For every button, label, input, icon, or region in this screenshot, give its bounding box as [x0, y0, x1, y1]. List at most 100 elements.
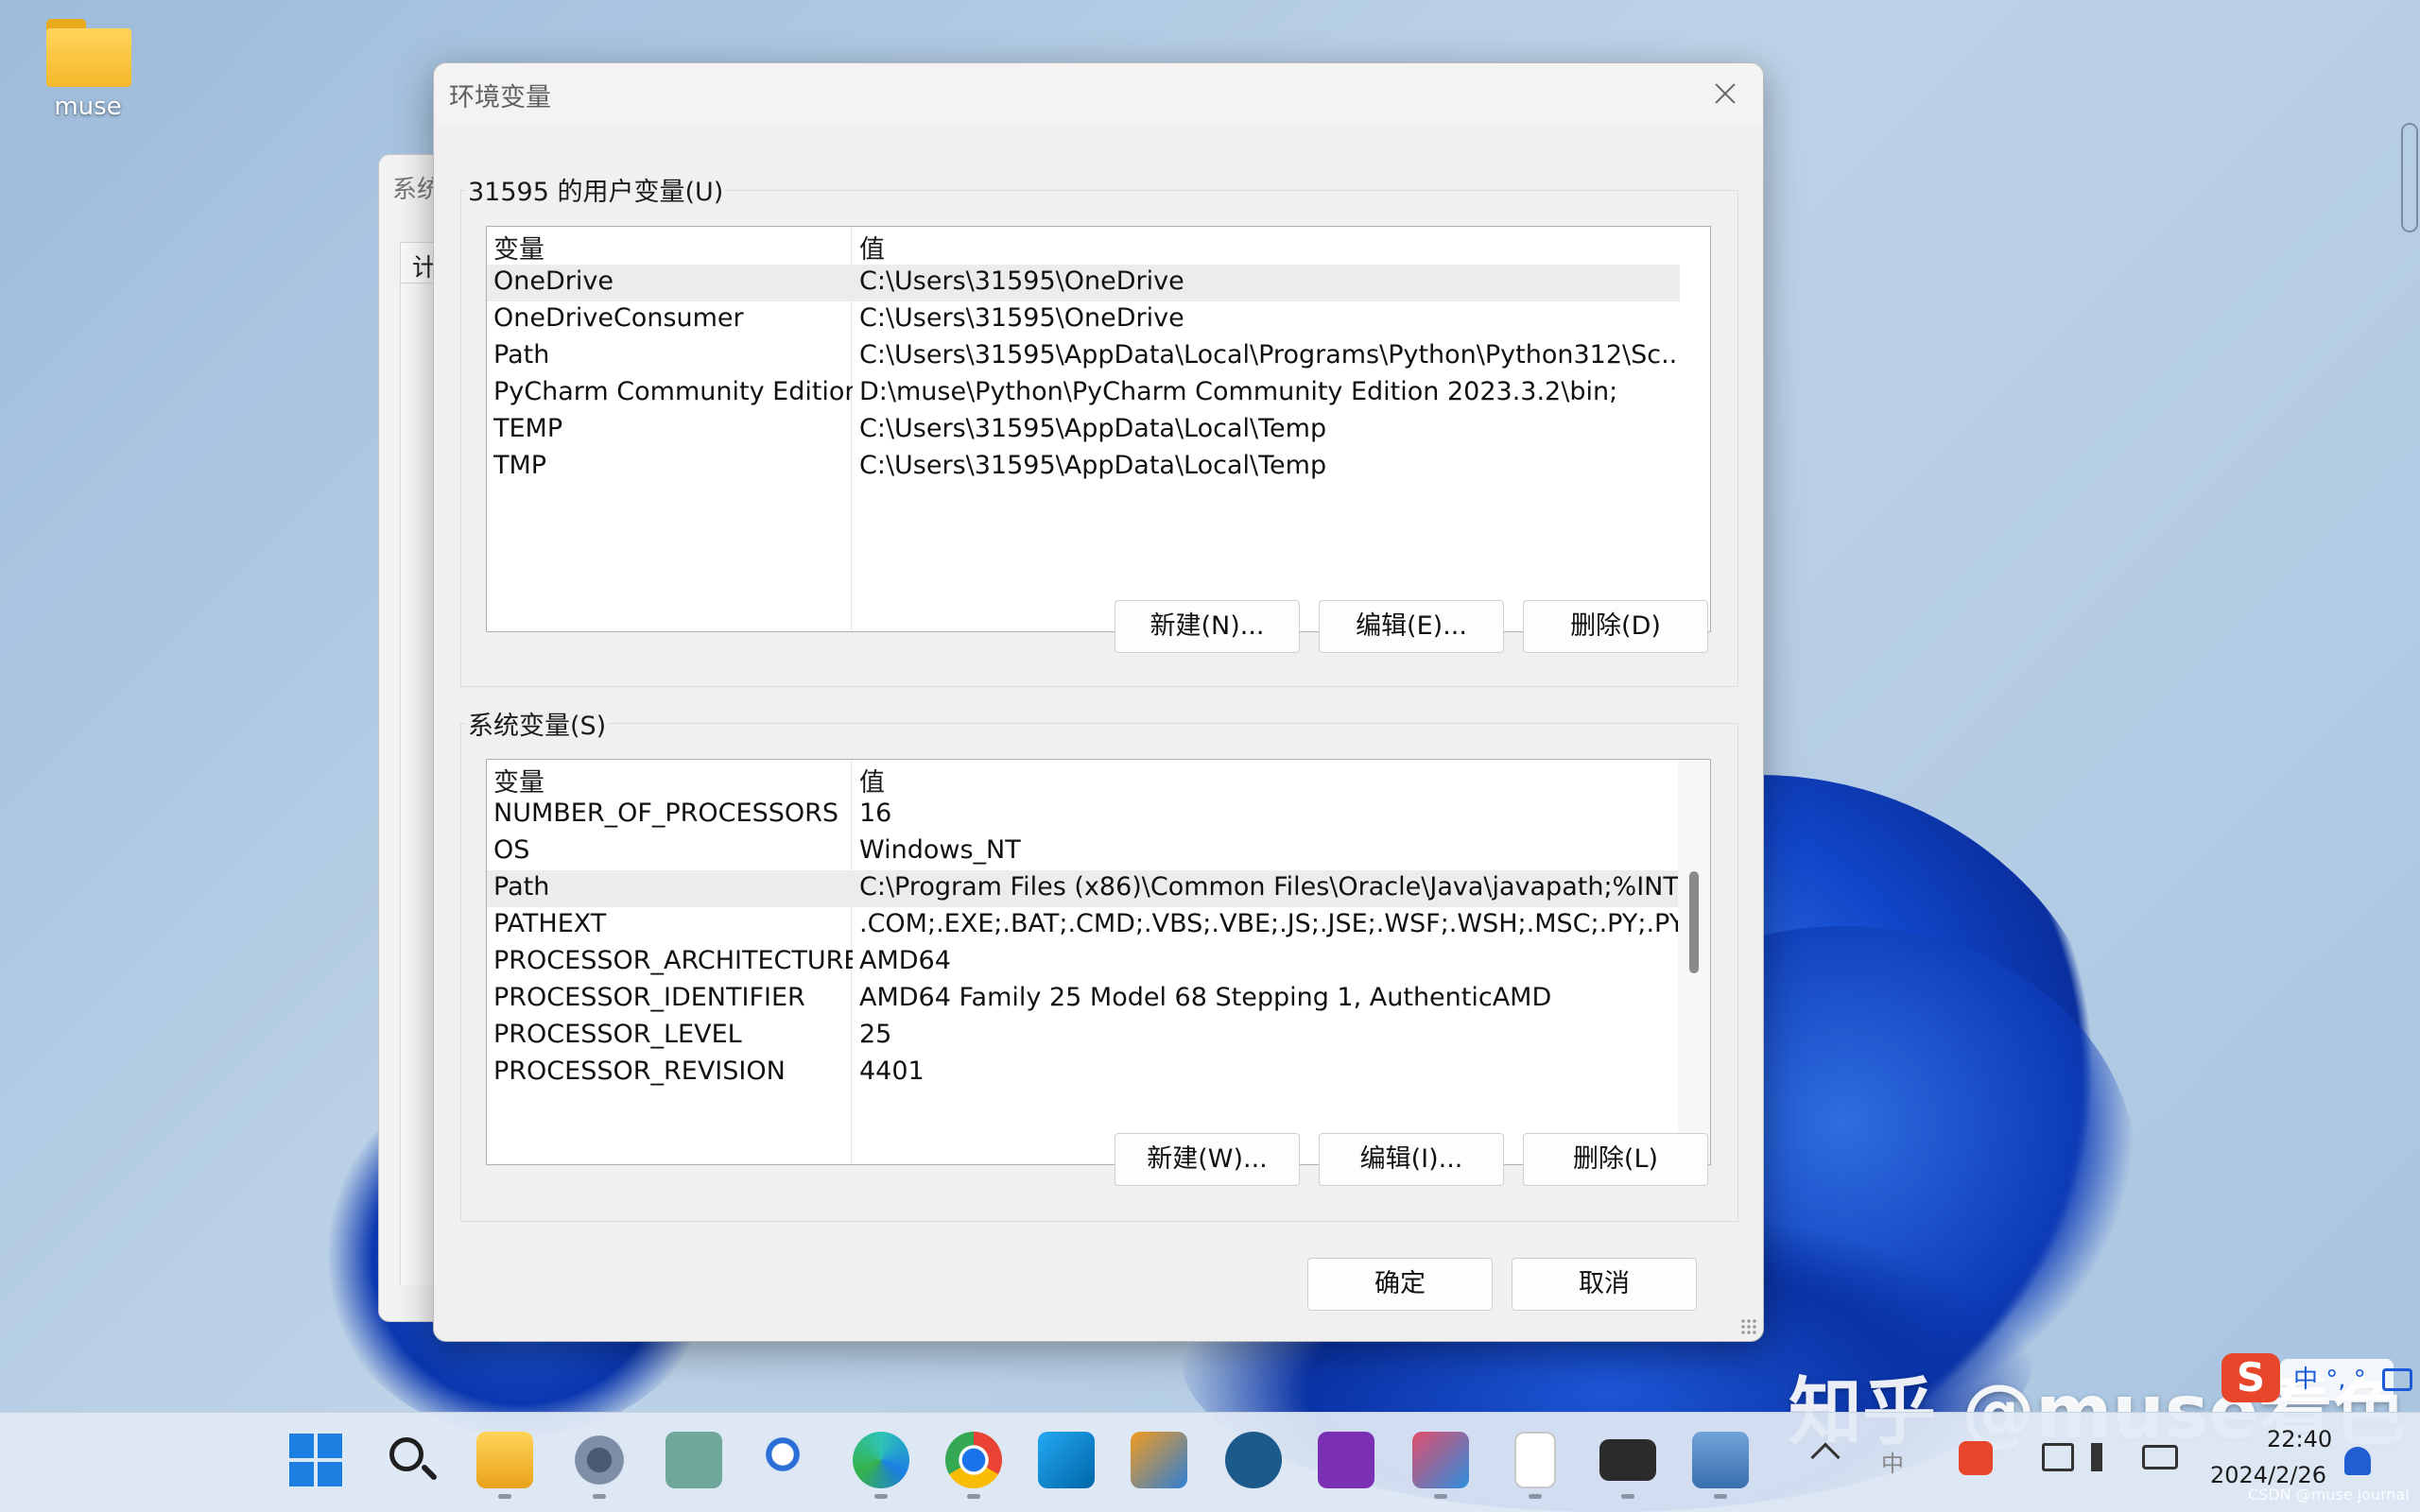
- variable-name: TEMP: [493, 414, 563, 443]
- variable-name: PATHEXT: [493, 909, 607, 938]
- virtualbox-icon[interactable]: [1131, 1432, 1187, 1488]
- scrollbar-thumb[interactable]: [1689, 871, 1699, 973]
- vscode-icon[interactable]: [1038, 1432, 1095, 1488]
- system-delete-button[interactable]: 删除(L): [1523, 1133, 1708, 1186]
- close-icon[interactable]: [1704, 73, 1746, 114]
- file-explorer-icon[interactable]: [476, 1432, 533, 1488]
- system-list-scrollbar[interactable]: [1678, 760, 1710, 1164]
- table-row[interactable]: OneDriveConsumer C:\Users\31595\OneDrive: [487, 301, 1680, 338]
- running-indicator: [1714, 1494, 1727, 1499]
- environment-variables-dialog: 环境变量 31595 的用户变量(U) 变量 值 OneDrive C:\Use…: [433, 62, 1764, 1342]
- table-row[interactable]: PROCESSOR_IDENTIFIER AMD64 Family 25 Mod…: [487, 981, 1680, 1018]
- list-header: 变量 值: [487, 760, 1680, 799]
- ime-indicator[interactable]: 中: [1881, 1445, 1904, 1478]
- clock-date[interactable]: 2024/2/26: [2210, 1462, 2326, 1488]
- chevron-up-icon[interactable]: [1810, 1442, 1841, 1472]
- chatgpt-icon[interactable]: [666, 1432, 722, 1488]
- clock-time[interactable]: 22:40: [2267, 1426, 2332, 1452]
- table-row[interactable]: TMP C:\Users\31595\AppData\Local\Temp: [487, 449, 1680, 486]
- taskbar: 中 22:40 2024/2/26: [0, 1412, 2420, 1512]
- settings-icon[interactable]: [571, 1432, 628, 1488]
- notification-bell-icon[interactable]: [2344, 1447, 2371, 1475]
- dialog-title: 环境变量: [449, 83, 551, 112]
- user-new-button[interactable]: 新建(N)...: [1115, 600, 1300, 653]
- keyboard-icon[interactable]: [2382, 1368, 2412, 1391]
- everything-search-icon[interactable]: [760, 1432, 817, 1488]
- search-icon[interactable]: [386, 1434, 439, 1486]
- variable-value: AMD64 Family 25 Model 68 Stepping 1, Aut…: [859, 983, 1552, 1012]
- table-row[interactable]: PATHEXT .COM;.EXE;.BAT;.CMD;.VBS;.VBE;.J…: [487, 907, 1680, 944]
- terminal-icon[interactable]: [1599, 1439, 1656, 1481]
- csdn-watermark: CSDN @muse journal: [2248, 1486, 2410, 1503]
- variable-name: PyCharm Community Edition: [493, 377, 853, 406]
- variable-value: C:\Program Files (x86)\Common Files\Orac…: [859, 872, 1678, 902]
- variable-value: C:\Users\31595\AppData\Local\Programs\Py…: [859, 340, 1678, 369]
- variable-value: 16: [859, 799, 892, 828]
- column-header-value[interactable]: 值: [859, 762, 1678, 799]
- user-variables-list[interactable]: 变量 值 OneDrive C:\Users\31595\OneDrive On…: [486, 226, 1711, 632]
- onenote-icon[interactable]: [1318, 1432, 1374, 1488]
- user-edit-button[interactable]: 编辑(E)...: [1319, 600, 1504, 653]
- start-icon[interactable]: [289, 1434, 342, 1486]
- variable-value: C:\Users\31595\OneDrive: [859, 266, 1184, 296]
- table-row[interactable]: PROCESSOR_ARCHITECTURE AMD64: [487, 944, 1680, 981]
- column-header-variable[interactable]: 变量: [493, 229, 853, 266]
- battery-icon[interactable]: [2142, 1445, 2178, 1469]
- variable-name: PROCESSOR_LEVEL: [493, 1020, 742, 1049]
- running-indicator: [498, 1494, 511, 1499]
- variable-value: AMD64: [859, 946, 951, 975]
- system-new-button[interactable]: 新建(W)...: [1115, 1133, 1300, 1186]
- table-row[interactable]: OS Windows_NT: [487, 833, 1680, 870]
- variable-value: C:\Users\31595\OneDrive: [859, 303, 1184, 333]
- table-row[interactable]: Path C:\Users\31595\AppData\Local\Progra…: [487, 338, 1680, 375]
- system-edit-button[interactable]: 编辑(I)...: [1319, 1133, 1504, 1186]
- ok-button[interactable]: 确定: [1307, 1258, 1493, 1311]
- column-header-value[interactable]: 值: [859, 229, 1678, 266]
- variable-name: Path: [493, 340, 550, 369]
- running-indicator: [1529, 1494, 1542, 1499]
- desktop-scroll-indicator: [2401, 123, 2418, 232]
- snipping-tool-icon[interactable]: [1412, 1432, 1469, 1488]
- notepad-icon[interactable]: [1514, 1432, 1556, 1488]
- variable-value: 4401: [859, 1057, 925, 1086]
- user-delete-button[interactable]: 删除(D): [1523, 600, 1708, 653]
- system-variables-label: 系统变量(S): [466, 705, 609, 742]
- running-indicator: [593, 1494, 606, 1499]
- sogou-ime-icon[interactable]: S: [2221, 1353, 2280, 1402]
- table-row[interactable]: OneDrive C:\Users\31595\OneDrive: [487, 265, 1680, 301]
- variable-value: C:\Users\31595\AppData\Local\Temp: [859, 414, 1327, 443]
- table-row[interactable]: Path C:\Program Files (x86)\Common Files…: [487, 870, 1680, 907]
- variable-value: D:\muse\Python\PyCharm Community Edition…: [859, 377, 1618, 406]
- system-variables-list[interactable]: 变量 值 NUMBER_OF_PROCESSORS 16 OS Windows_…: [486, 759, 1711, 1165]
- variable-value: .COM;.EXE;.BAT;.CMD;.VBS;.VBE;.JS;.JSE;.…: [859, 909, 1678, 938]
- running-indicator: [1621, 1494, 1634, 1499]
- network-icon[interactable]: [2042, 1443, 2074, 1471]
- chrome-icon[interactable]: [945, 1432, 1002, 1488]
- vim-icon[interactable]: [1225, 1432, 1282, 1488]
- running-indicator: [874, 1494, 888, 1499]
- edge-icon[interactable]: [853, 1432, 909, 1488]
- user-variables-label: 31595 的用户变量(U): [466, 171, 726, 208]
- table-row[interactable]: NUMBER_OF_PROCESSORS 16: [487, 797, 1680, 833]
- remote-desktop-icon[interactable]: [1692, 1432, 1749, 1488]
- desktop-folder-muse[interactable]: muse: [26, 15, 149, 121]
- resize-grip-icon[interactable]: [1740, 1318, 1757, 1335]
- cancel-button[interactable]: 取消: [1512, 1258, 1697, 1311]
- variable-name: OneDrive: [493, 266, 614, 296]
- volume-icon[interactable]: [2091, 1443, 2119, 1471]
- table-row[interactable]: PROCESSOR_LEVEL 25: [487, 1018, 1680, 1055]
- variable-value: 25: [859, 1020, 892, 1049]
- folder-icon: [41, 15, 135, 91]
- table-row[interactable]: PyCharm Community Edition D:\muse\Python…: [487, 375, 1680, 412]
- variable-name: OneDriveConsumer: [493, 303, 744, 333]
- dialog-titlebar[interactable]: 环境变量: [434, 63, 1763, 124]
- table-row[interactable]: TEMP C:\Users\31595\AppData\Local\Temp: [487, 412, 1680, 449]
- variable-value: C:\Users\31595\AppData\Local\Temp: [859, 451, 1327, 480]
- variable-name: PROCESSOR_REVISION: [493, 1057, 786, 1086]
- variable-name: NUMBER_OF_PROCESSORS: [493, 799, 839, 828]
- ime-toolbar[interactable]: 中 °, °: [2280, 1359, 2394, 1400]
- sogou-tray-icon[interactable]: [1959, 1441, 1993, 1475]
- variable-name: PROCESSOR_ARCHITECTURE: [493, 946, 853, 975]
- column-header-variable[interactable]: 变量: [493, 762, 853, 799]
- table-row[interactable]: PROCESSOR_REVISION 4401: [487, 1055, 1680, 1091]
